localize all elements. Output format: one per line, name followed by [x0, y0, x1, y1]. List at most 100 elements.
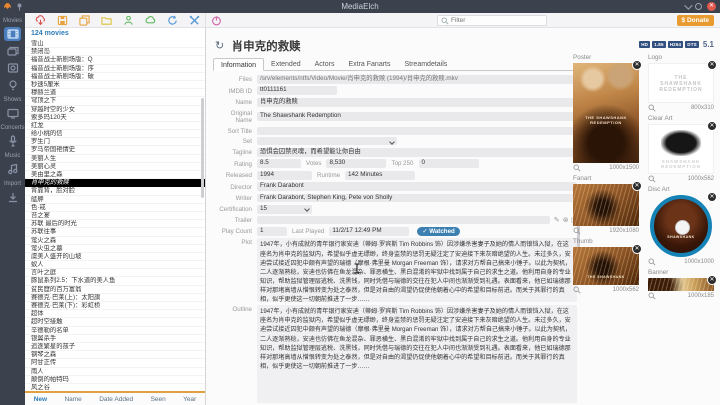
edit-trailer-icon[interactable]: ✎: [554, 216, 560, 224]
movie-row[interactable]: 超体: [25, 310, 205, 318]
movie-row[interactable]: 钢琴之森: [25, 351, 205, 359]
original-name-input[interactable]: The Shawshank Redemption: [257, 112, 577, 121]
movie-row[interactable]: 福音战士新剧场版：序: [25, 65, 205, 73]
movie-row[interactable]: 超时空接触: [25, 318, 205, 326]
movie-row[interactable]: 福音战士新剧场版：Q: [25, 56, 205, 64]
movie-row[interactable]: 辛德勒的名单: [25, 327, 205, 335]
released-input[interactable]: 1994: [257, 171, 312, 180]
artwork-image[interactable]: THE SHAWSHANK REDEMPTION: [648, 63, 714, 103]
movie-row[interactable]: 色·戒: [25, 204, 205, 212]
sort-tab[interactable]: New: [34, 396, 47, 403]
movie-row[interactable]: 雪山: [25, 40, 205, 48]
movie-row[interactable]: 银翼杀手: [25, 335, 205, 343]
remove-image-icon[interactable]: ✕: [632, 181, 642, 191]
remove-image-icon[interactable]: ✕: [707, 192, 717, 202]
zoom-image-icon[interactable]: [648, 175, 656, 183]
filter-input[interactable]: [451, 17, 541, 24]
sidebar-item-movie-list[interactable]: [4, 27, 21, 41]
runtime-input[interactable]: 142 Minutes: [345, 171, 415, 180]
detail-tab[interactable]: Extended: [264, 58, 308, 70]
detail-tab[interactable]: Actors: [308, 58, 342, 70]
movie-row[interactable]: 背靠背，脸对脸: [25, 187, 205, 195]
tagline-input[interactable]: 恐惧会囚禁灵魂，而希望能让你自由: [257, 148, 577, 157]
detail-tab[interactable]: Information: [213, 58, 264, 71]
zoom-image-icon[interactable]: [648, 104, 656, 112]
plot-textarea[interactable]: 1947年，小有成就的青年银行家安迪（蒂姆·罗宾斯 Tim Robbins 饰）…: [257, 238, 577, 302]
imdb-input[interactable]: tt0111161: [257, 86, 337, 95]
movie-row[interactable]: 穆赫兰道: [25, 89, 205, 97]
artwork-image[interactable]: THE SHAWSHANK: [573, 247, 639, 285]
movie-row[interactable]: 美丽人生: [25, 155, 205, 163]
movie-row[interactable]: 美由里之森: [25, 171, 205, 179]
movie-row[interactable]: 苔之宴: [25, 212, 205, 220]
sort-tab[interactable]: Seen: [151, 396, 166, 403]
movie-row[interactable]: 赛德克·巴莱(上)：太阳旗: [25, 294, 205, 302]
filter-box[interactable]: [437, 15, 547, 26]
sort-tab[interactable]: Year: [183, 396, 196, 403]
movie-row[interactable]: 言叶之庭: [25, 269, 205, 277]
outline-textarea[interactable]: 1947年，小有成就的青年银行家安迪（蒂姆·罗宾斯 Tim Robbins 饰）…: [257, 305, 577, 403]
movie-row[interactable]: 肖申克的救赎: [25, 179, 205, 187]
movie-row[interactable]: 雨人: [25, 368, 205, 376]
artwork-image[interactable]: [573, 184, 639, 226]
remove-image-icon[interactable]: ✕: [707, 60, 717, 70]
movie-row[interactable]: 虞美人盛开的山坡: [25, 253, 205, 261]
artwork-image[interactable]: THE SHAWSHANK REDEMPTION: [573, 63, 639, 163]
reload-movie-icon[interactable]: ↻: [215, 40, 224, 52]
window-close-icon[interactable]: ✕: [707, 2, 716, 11]
save-all-icon[interactable]: [79, 15, 90, 26]
movie-row[interactable]: 蚁人: [25, 261, 205, 269]
certification-select[interactable]: 15: [257, 205, 312, 214]
artwork-image[interactable]: SHAWSHANK: [650, 195, 712, 257]
writer-input[interactable]: Frank Darabont, Stephen King, Pete von S…: [257, 194, 577, 203]
movie-row[interactable]: 给小桃的信: [25, 130, 205, 138]
tools-icon[interactable]: [189, 15, 200, 26]
remove-image-icon[interactable]: ✕: [632, 60, 642, 70]
sidebar-item-concerts[interactable]: [4, 134, 21, 148]
movie-row[interactable]: 贫民窟的百万富翁: [25, 286, 205, 294]
sort-tab[interactable]: Name: [64, 396, 81, 403]
power-icon[interactable]: [211, 15, 222, 26]
cloud-sync-icon[interactable]: [145, 15, 156, 26]
cloud-search-icon[interactable]: [35, 15, 46, 26]
sidebar-item-movie-genres[interactable]: [4, 61, 21, 75]
sidebar-item-music[interactable]: [4, 162, 21, 176]
add-person-icon[interactable]: [123, 15, 134, 26]
artwork-image[interactable]: SHAWSHANK REDEMPTION: [648, 124, 714, 174]
remove-image-icon[interactable]: ✕: [632, 244, 642, 254]
director-input[interactable]: Frank Darabont: [257, 182, 577, 191]
play-count-input[interactable]: 1: [257, 227, 287, 236]
name-input[interactable]: 肖申克的救赎: [257, 98, 577, 107]
trailer-input[interactable]: [257, 216, 550, 224]
artwork-image[interactable]: [648, 278, 714, 291]
zoom-image-icon[interactable]: [573, 164, 581, 172]
zoom-image-icon[interactable]: [648, 292, 656, 300]
last-played-input[interactable]: 11/2/17 12:49 PM: [329, 227, 409, 236]
zoom-image-icon[interactable]: [573, 227, 581, 235]
movie-row[interactable]: 颠倒的帕特玛: [25, 376, 205, 384]
watched-badge[interactable]: ✓ Watched: [417, 227, 459, 236]
zoom-image-icon[interactable]: [648, 258, 656, 266]
zoom-image-icon[interactable]: [573, 286, 581, 294]
movie-row[interactable]: 萤火之森: [25, 237, 205, 245]
sidebar-item-movie-sets[interactable]: [4, 44, 21, 58]
movie-row[interactable]: 罗马帝国艳情史: [25, 146, 205, 154]
movie-row[interactable]: 苏联 最后的时光: [25, 220, 205, 228]
remove-image-icon[interactable]: ✕: [707, 121, 717, 131]
movie-row[interactable]: 索多玛120天: [25, 114, 205, 122]
sidebar-item-tv-shows[interactable]: [4, 106, 21, 120]
movie-row[interactable]: 美丽心灵: [25, 163, 205, 171]
window-titlebar[interactable]: MediaElch ✕: [0, 0, 720, 13]
sort-tab[interactable]: Date Added: [99, 396, 133, 403]
movie-row[interactable]: 禁闭岛: [25, 48, 205, 56]
movie-list-scrollbar[interactable]: [201, 98, 204, 198]
remove-image-icon[interactable]: ✕: [707, 275, 717, 285]
detail-tab[interactable]: Extra Fanarts: [341, 58, 397, 70]
movie-row[interactable]: 阿甘正传: [25, 359, 205, 367]
movie-row[interactable]: 秒速5厘米: [25, 81, 205, 89]
movie-row[interactable]: 福音战士新剧场版：破: [25, 73, 205, 81]
movie-row[interactable]: 萤火虫之墓: [25, 245, 205, 253]
movie-row[interactable]: 赛德克·巴莱(下)：彩虹桥: [25, 302, 205, 310]
movie-row[interactable]: 追逐繁星的孩子: [25, 343, 205, 351]
movie-row[interactable]: 罗生门: [25, 138, 205, 146]
